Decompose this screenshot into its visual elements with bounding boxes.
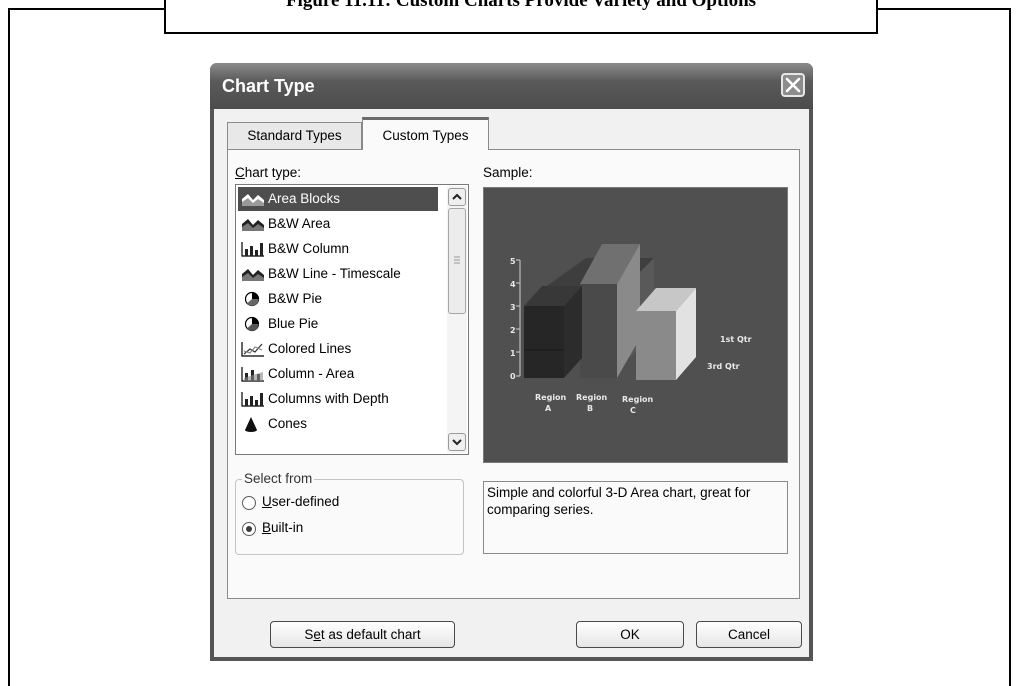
sample-y-tick-0: 0 [510,372,516,381]
pie-chart-icon [244,291,260,307]
sample-region-b-line1: Region [576,393,608,402]
chart-type-list[interactable]: Area Blocks B&W Area B&W Column B&W Line… [235,184,469,455]
sample-block-c-front [636,311,676,380]
radio-selected-dot [246,526,252,532]
sample-y-tick-4: 4 [510,280,516,289]
ok-button[interactable]: OK [576,621,684,648]
chart-type-label: Chart type: [235,165,302,180]
sample-region-a-line1: Region [535,393,567,402]
list-item-column-area[interactable]: Column - Area [238,362,438,386]
dialog-client: Standard Types Custom Types Chart type: … [214,109,809,657]
radio-circle[interactable] [242,522,256,536]
list-item-cones[interactable]: Cones [238,412,438,436]
radio-circle[interactable] [242,496,256,510]
sample-y-tick-1: 1 [510,349,516,358]
sample-label: Sample: [483,165,533,180]
sample-chart: 0 1 2 3 4 5 Region A Region B Region C 1… [510,244,752,415]
list-item-columns-with-depth[interactable]: Columns with Depth [238,387,438,411]
dialog-titlebar[interactable]: Chart Type [210,63,813,109]
chevron-up-icon [452,193,462,200]
sample-legend-1st-qtr: 1st Qtr [720,335,752,344]
close-icon [785,77,801,93]
list-item-bw-line-timescale[interactable]: B&W Line - Timescale [238,262,438,286]
chart-description: Simple and colorful 3-D Area chart, grea… [483,481,788,554]
list-item-bw-area[interactable]: B&W Area [238,212,438,236]
cone-chart-icon [245,417,257,432]
select-from-group: Select from User-defined Built-in [235,471,464,555]
pie-chart-icon [244,316,260,332]
area-chart-icon [242,194,264,206]
list-item-bw-pie[interactable]: B&W Pie [238,287,438,311]
select-from-legend: Select from [242,471,315,486]
list-scrollbar[interactable] [447,186,467,453]
dialog-title: Chart Type [222,76,315,96]
figure-frame-top [8,8,166,10]
cancel-button[interactable]: Cancel [696,621,802,648]
list-item-area-blocks[interactable]: Area Blocks [238,187,438,211]
radio-built-in-label: Built-in [262,520,304,535]
grip-icon [454,256,460,264]
sample-y-ticks [516,259,520,377]
scroll-thumb[interactable] [448,208,466,314]
scroll-up-button[interactable] [448,188,466,206]
figure-frame-top [878,8,1011,10]
sample-region-b-line2: B [587,404,593,413]
close-button[interactable] [781,73,805,97]
area-chart-icon [242,269,264,281]
set-as-default-chart-button[interactable]: Set as default chart [270,621,455,648]
column-chart-icon [241,392,264,407]
custom-types-panel: Chart type: Sample: Area Blocks B&W Area… [227,149,800,599]
sample-legend-3rd-qtr: 3rd Qtr [707,362,740,371]
sample-y-tick-3: 3 [510,303,516,312]
sample-region-a-line2: A [545,404,552,413]
chart-type-dialog: Chart Type Standard Types Custom Types C… [210,63,813,661]
column-chart-icon [241,242,264,257]
figure-frame-right [1009,8,1011,686]
area-chart-icon [242,219,264,231]
sample-preview: 0 1 2 3 4 5 Region A Region B Region C 1… [483,187,788,463]
tab-custom-types[interactable]: Custom Types [362,117,489,150]
sample-y-tick-5: 5 [510,257,516,266]
figure-caption: Figure 11.11: Custom Charts Provide Vari… [285,0,757,11]
figure-caption-box: Figure 11.11: Custom Charts Provide Vari… [164,0,878,34]
sample-block-b-front [580,284,617,378]
radio-user-defined-label: User-defined [262,494,340,509]
column-area-chart-icon [241,367,264,382]
line-chart-icon [241,342,264,357]
list-item-blue-pie[interactable]: Blue Pie [238,312,438,336]
sample-region-c-line1: Region [622,395,654,404]
sample-y-tick-2: 2 [510,326,516,335]
list-item-bw-column[interactable]: B&W Column [238,237,438,261]
chevron-down-icon [452,439,462,446]
figure-frame-left [8,8,10,686]
scroll-down-button[interactable] [448,433,466,451]
tab-standard-types[interactable]: Standard Types [227,122,362,150]
list-item-colored-lines[interactable]: Colored Lines [238,337,438,361]
sample-region-c-line2: C [630,406,636,415]
sample-block-a-front [524,306,564,378]
